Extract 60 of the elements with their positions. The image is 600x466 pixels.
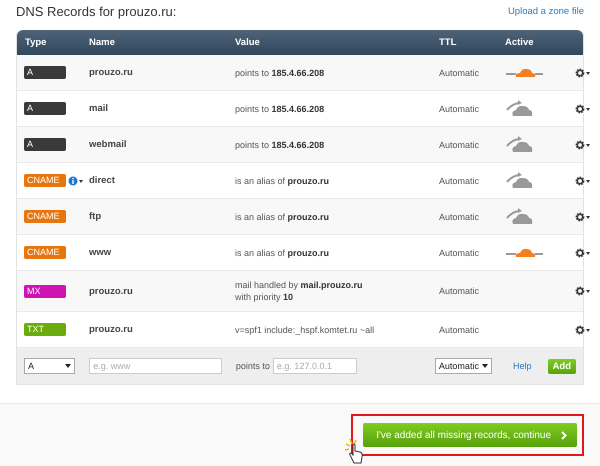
gear-icon[interactable]	[575, 324, 591, 334]
record-value: is an alias of prouzo.ru	[235, 248, 330, 258]
record-value: mail handled by mail.prouzo.ru	[235, 280, 364, 290]
upload-link[interactable]: Upload a zone file	[508, 6, 584, 17]
record-type-badge: CNAME	[24, 246, 66, 259]
record-type-badge: A	[24, 138, 66, 151]
record-ttl: Automatic	[439, 324, 480, 334]
chevron-right-icon	[561, 430, 567, 440]
column-header: Name	[89, 37, 116, 48]
record-type-badge: TXT	[24, 323, 66, 336]
add-button[interactable]: Add	[548, 358, 576, 374]
gear-icon[interactable]	[575, 248, 591, 258]
record-type-badge: CNAME	[24, 210, 66, 223]
column-header: Active	[505, 37, 535, 48]
continue-button[interactable]: I've added all missing records, continue	[363, 423, 577, 447]
record-name: ftp	[89, 211, 102, 222]
column-header: Type	[24, 37, 48, 48]
record-name: mail	[89, 103, 110, 114]
help-link[interactable]: Help	[513, 361, 532, 371]
record-name: prouzo.ru	[89, 324, 134, 335]
info-icon[interactable]	[68, 176, 84, 186]
name-input[interactable]: e.g. www	[89, 358, 222, 374]
gear-icon[interactable]	[575, 212, 591, 222]
dropdown-arrow-icon	[482, 364, 488, 368]
record-type-badge: MX	[24, 284, 66, 298]
column-header: Value	[235, 37, 261, 48]
value-input[interactable]: e.g. 127.0.0.1	[272, 358, 357, 374]
record-type-badge: CNAME	[24, 174, 66, 187]
record-name: direct	[89, 175, 116, 186]
record-ttl: Automatic	[439, 104, 480, 114]
gear-icon[interactable]	[575, 176, 591, 186]
page-title: DNS Records for prouzo.ru:	[16, 4, 176, 19]
record-name: prouzo.ru	[89, 67, 134, 78]
record-value: with priority 10	[235, 292, 294, 302]
record-ttl: Automatic	[439, 176, 480, 186]
record-name: prouzo.ru	[89, 286, 134, 296]
record-value: v=spf1 include:_hspf.komtet.ru ~all	[235, 324, 376, 334]
points-to-label: points to	[236, 361, 270, 371]
record-ttl: Automatic	[439, 286, 480, 296]
dropdown-arrow-icon	[65, 364, 72, 368]
record-value: points to 185.4.66.208	[235, 140, 326, 150]
record-value: points to 185.4.66.208	[235, 68, 326, 78]
record-ttl: Automatic	[439, 68, 480, 78]
gear-icon[interactable]	[575, 68, 591, 78]
record-ttl: Automatic	[439, 212, 480, 222]
record-value: is an alias of prouzo.ru	[235, 212, 330, 222]
record-type-badge: A	[24, 102, 66, 115]
gear-icon[interactable]	[575, 104, 591, 114]
ttl-select[interactable]: Automatic	[434, 358, 492, 374]
record-value: is an alias of prouzo.ru	[235, 176, 330, 186]
gear-icon[interactable]	[575, 286, 591, 296]
record-ttl: Automatic	[439, 248, 480, 258]
record-name: www	[89, 247, 112, 258]
record-type-badge: A	[24, 66, 66, 79]
record-ttl: Automatic	[439, 140, 480, 150]
column-header: TTL	[439, 37, 458, 48]
type-select[interactable]: A	[24, 358, 76, 374]
record-name: webmail	[89, 139, 128, 150]
record-value: points to 185.4.66.208	[235, 104, 326, 114]
gear-icon[interactable]	[575, 140, 591, 150]
